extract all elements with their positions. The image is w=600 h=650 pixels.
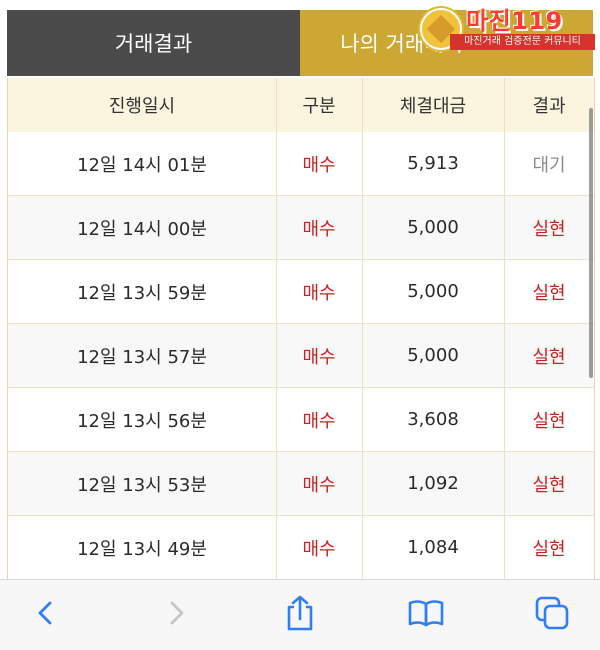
cell-amount: 3,608 <box>362 388 505 451</box>
vertical-scrollbar[interactable] <box>589 108 593 378</box>
cell-amount: 5,000 <box>362 324 505 387</box>
table-row: 12일 13시 49분 매수 1,084 실현 <box>8 516 594 579</box>
table-row: 12일 14시 00분 매수 5,000 실현 <box>8 196 594 260</box>
share-button[interactable] <box>264 580 336 650</box>
cell-result: 실현 <box>532 538 566 560</box>
cell-datetime: 12일 13시 59분 <box>8 260 277 323</box>
cell-result: 실현 <box>532 346 566 368</box>
cell-result: 실현 <box>532 218 566 240</box>
cell-result: 실현 <box>532 410 566 432</box>
table-row: 12일 13시 53분 매수 1,092 실현 <box>8 452 594 516</box>
chevron-right-icon <box>161 598 191 632</box>
chevron-left-icon <box>31 598 61 632</box>
cell-type: 매수 <box>276 132 363 195</box>
header-result: 결과 <box>532 96 566 117</box>
table-row: 12일 13시 56분 매수 3,608 실현 <box>8 388 594 452</box>
cell-result: 실현 <box>532 282 566 304</box>
cell-datetime: 12일 13시 57분 <box>8 324 277 387</box>
tabs-icon <box>533 594 571 636</box>
back-button[interactable] <box>10 580 82 650</box>
cell-type: 매수 <box>276 452 363 515</box>
tab-trade-results-label: 거래결과 <box>114 32 193 56</box>
cell-amount: 5,000 <box>362 260 505 323</box>
share-icon <box>283 594 317 636</box>
cell-datetime: 12일 13시 49분 <box>8 516 277 579</box>
watermark-logo: 마진119 마진거래 검증전문 커뮤니티 <box>404 6 595 50</box>
logo-title: 마진119 <box>466 7 563 35</box>
cell-result: 실현 <box>532 474 566 496</box>
table-row: 12일 13시 59분 매수 5,000 실현 <box>8 260 594 324</box>
tabs-button[interactable] <box>516 580 588 650</box>
header-type: 구분 <box>276 78 363 132</box>
header-amount: 체결대금 <box>362 78 505 132</box>
cell-amount: 1,092 <box>362 452 505 515</box>
cell-amount: 5,000 <box>362 196 505 259</box>
tab-trade-results[interactable]: 거래결과 <box>7 10 300 76</box>
browser-toolbar <box>0 579 600 650</box>
tab-bar: 거래결과 나의 거래내역 마진119 마진거래 검증전문 커뮤니티 <box>0 0 600 78</box>
cell-datetime: 12일 13시 56분 <box>8 388 277 451</box>
cell-type: 매수 <box>276 388 363 451</box>
table-row: 12일 14시 01분 매수 5,913 대기 <box>8 132 594 196</box>
book-icon <box>406 597 446 633</box>
trade-table: 진행일시 구분 체결대금 결과 12일 14시 01분 매수 5,913 대기 … <box>7 78 595 579</box>
cell-datetime: 12일 13시 53분 <box>8 452 277 515</box>
cell-type: 매수 <box>276 324 363 387</box>
cell-type: 매수 <box>276 516 363 579</box>
cell-type: 매수 <box>276 260 363 323</box>
bookmarks-button[interactable] <box>390 580 462 650</box>
cell-datetime: 12일 14시 00분 <box>8 196 277 259</box>
forward-button[interactable] <box>140 580 212 650</box>
cell-datetime: 12일 14시 01분 <box>8 132 277 195</box>
table-row: 12일 13시 57분 매수 5,000 실현 <box>8 324 594 388</box>
cell-amount: 1,084 <box>362 516 505 579</box>
cell-result: 대기 <box>532 154 566 176</box>
header-datetime: 진행일시 <box>8 78 277 132</box>
table-header-row: 진행일시 구분 체결대금 결과 <box>8 78 594 133</box>
cell-amount: 5,913 <box>362 132 505 195</box>
cell-type: 매수 <box>276 196 363 259</box>
logo-subtitle: 마진거래 검증전문 커뮤니티 <box>450 34 595 50</box>
